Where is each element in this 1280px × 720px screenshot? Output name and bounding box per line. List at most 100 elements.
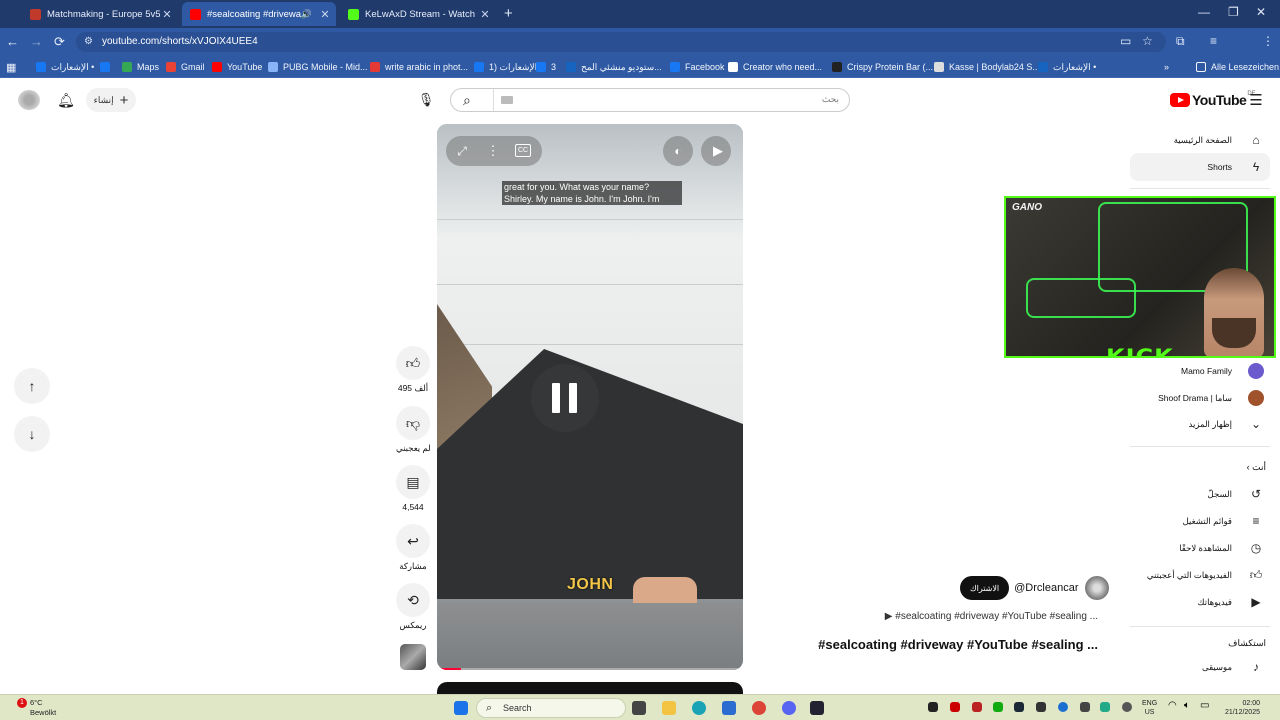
tray-icon[interactable]: [1100, 702, 1110, 712]
discord-icon[interactable]: [782, 701, 796, 715]
thumbs-up-icon[interactable]: 👍︎: [396, 346, 430, 380]
task-view-icon[interactable]: [632, 701, 646, 715]
like-action[interactable]: 👍︎ 495 ألف: [396, 346, 430, 394]
bookmark-item[interactable]: Maps: [122, 59, 159, 75]
remix-icon[interactable]: ⟲: [396, 583, 430, 617]
tray-icon[interactable]: [1036, 702, 1046, 712]
next-short-button[interactable]: ↓: [14, 416, 50, 452]
remix-action[interactable]: ⟲ ريمكس: [396, 583, 430, 631]
more-options-icon[interactable]: ⋮: [484, 142, 502, 160]
all-bookmarks-folder[interactable]: Alle Lesezeichen: [1196, 59, 1279, 75]
windows-start-icon[interactable]: [454, 701, 468, 715]
bookmark-item[interactable]: الإشعارات (1: [474, 59, 537, 75]
share-icon[interactable]: ↩: [396, 524, 430, 558]
weather-widget[interactable]: 1 6°C Bewölkt: [14, 698, 56, 718]
bookmark-item[interactable]: Facebook: [670, 59, 725, 75]
sidebar-item-your-videos[interactable]: فيديوهاتك ▶: [1130, 590, 1270, 614]
reload-icon[interactable]: ⟳: [54, 34, 65, 50]
bell-icon[interactable]: 🔔︎: [56, 90, 76, 110]
forward-arrow-icon[interactable]: →: [30, 34, 43, 49]
back-arrow-icon[interactable]: ←: [6, 34, 19, 49]
subscription-item[interactable]: Shoof Drama | ساما: [1130, 386, 1270, 410]
sidebar-item-liked-videos[interactable]: الفيديوهات التي أعجبتني 👍︎: [1130, 563, 1270, 587]
close-tab-icon[interactable]: ✕: [318, 8, 332, 21]
bookmark-item[interactable]: الإشعارات •: [1038, 59, 1096, 75]
share-action[interactable]: ↩ مشاركة: [396, 524, 430, 572]
close-window-button[interactable]: ✕: [1256, 5, 1266, 19]
bookmark-item[interactable]: ستوديو منشئي المح...: [566, 59, 662, 75]
sound-thumbnail[interactable]: [400, 644, 426, 670]
create-button[interactable]: إنشاء +: [86, 88, 136, 112]
minimize-button[interactable]: —: [1198, 5, 1210, 19]
shorts-video-player[interactable]: ⤢ ⋮ CC ◐ ▶ great for you. What was your …: [437, 124, 743, 670]
sidebar-item-watch-later[interactable]: المشاهدة لاحقًا ◷: [1130, 536, 1270, 560]
dislike-action[interactable]: 👎︎ لم يعجبني: [396, 406, 431, 454]
channel-name[interactable]: @Drcleancar: [1014, 582, 1078, 594]
file-explorer-icon[interactable]: [662, 701, 676, 715]
tray-icon[interactable]: [993, 702, 1003, 712]
channel-avatar[interactable]: [1084, 576, 1109, 600]
fullscreen-icon[interactable]: ⤢: [453, 142, 471, 160]
steam-icon[interactable]: [1014, 702, 1024, 712]
volume-icon[interactable]: 🔈︎: [1184, 700, 1190, 711]
speaker-icon[interactable]: 🔊: [301, 9, 312, 20]
tray-icon[interactable]: [1122, 702, 1132, 712]
app-icon[interactable]: [810, 701, 824, 715]
extensions-icon[interactable]: ⧉: [1176, 34, 1185, 49]
more-bookmarks-chevron-icon[interactable]: »: [1164, 59, 1169, 75]
battery-icon[interactable]: ▭: [1200, 700, 1209, 711]
bookmark-item[interactable]: Gmail: [166, 59, 205, 75]
bookmark-item[interactable]: Creator who need...: [728, 59, 822, 75]
thumbs-down-icon[interactable]: 👎︎: [396, 406, 430, 440]
bookmark-item[interactable]: Kasse | Bodylab24 S...: [934, 59, 1040, 75]
search-input[interactable]: ⌕ بحث: [450, 88, 850, 112]
restore-button[interactable]: ❐: [1228, 5, 1239, 19]
tray-icon[interactable]: [1058, 702, 1068, 712]
chrome-icon[interactable]: [752, 701, 766, 715]
comments-action[interactable]: ▤ 4,544: [396, 465, 430, 512]
wifi-icon[interactable]: ◠: [1168, 700, 1177, 711]
taskbar-search[interactable]: ⌕ Search: [476, 698, 626, 718]
url-field[interactable]: ⚙ youtube.com/shorts/xVJOIX4UEE4: [76, 32, 1166, 52]
keyboard-icon[interactable]: [501, 96, 513, 104]
search-icon[interactable]: ⌕: [463, 92, 471, 109]
site-info-icon[interactable]: ⚙: [84, 32, 93, 52]
microphone-icon[interactable]: 🎙︎: [416, 90, 436, 110]
comment-icon[interactable]: ▤: [396, 465, 430, 499]
bookmark-item[interactable]: Crispy Protein Bar (...: [832, 59, 933, 75]
sidebar-item-music[interactable]: موسيقى ♪: [1130, 655, 1270, 679]
cast-icon[interactable]: ▭: [1120, 34, 1131, 48]
media-controls-icon[interactable]: ≡: [1210, 34, 1217, 48]
bookmark-item[interactable]: YouTube: [212, 59, 262, 75]
tab-youtube-short[interactable]: #sealcoating #driveway #Yo 🔊 ✕: [182, 2, 336, 26]
you-section-header[interactable]: ‹ أنت: [1130, 462, 1270, 473]
account-avatar[interactable]: [18, 90, 40, 110]
close-tab-icon[interactable]: ✕: [160, 8, 174, 21]
tray-icon[interactable]: [950, 702, 960, 712]
bookmark-star-icon[interactable]: ☆: [1142, 34, 1153, 48]
show-more-button[interactable]: إظهار المزيد ⌄: [1130, 412, 1270, 436]
apps-grid-icon[interactable]: ▦: [6, 59, 16, 75]
tray-icon[interactable]: [972, 702, 982, 712]
sidebar-item-home[interactable]: الصفحة الرئيسية ⌂: [1130, 128, 1270, 152]
new-tab-button[interactable]: +: [504, 5, 513, 22]
sidebar-item-history[interactable]: السجلّ ↺: [1130, 482, 1270, 506]
tray-icon[interactable]: [1080, 702, 1090, 712]
bookmark-item[interactable]: 3: [536, 59, 556, 75]
language-indicator[interactable]: ENG US: [1142, 699, 1157, 717]
subscription-item[interactable]: Mamo Family: [1130, 359, 1270, 383]
previous-short-button[interactable]: ↑: [14, 368, 50, 404]
kick-stream-overlay[interactable]: GANO KICK: [1004, 196, 1276, 358]
clock[interactable]: 02:00 21/12/2025: [1212, 699, 1260, 717]
video-progress-bar[interactable]: [437, 668, 743, 670]
tray-icon[interactable]: [928, 702, 938, 712]
sidebar-item-playlists[interactable]: قوائم التشغيل ≡: [1130, 509, 1270, 533]
captions-icon[interactable]: CC: [515, 144, 531, 157]
close-tab-icon[interactable]: ✕: [478, 8, 492, 21]
bookmark-item[interactable]: write arabic in phot...: [370, 59, 468, 75]
bookmark-item[interactable]: [100, 59, 115, 75]
bookmark-item[interactable]: PUBG Mobile - Mid...: [268, 59, 368, 75]
bookmark-item[interactable]: الإشعارات •: [36, 59, 94, 75]
edge-icon[interactable]: [692, 701, 706, 715]
browser-menu-icon[interactable]: ⋮: [1262, 34, 1274, 48]
